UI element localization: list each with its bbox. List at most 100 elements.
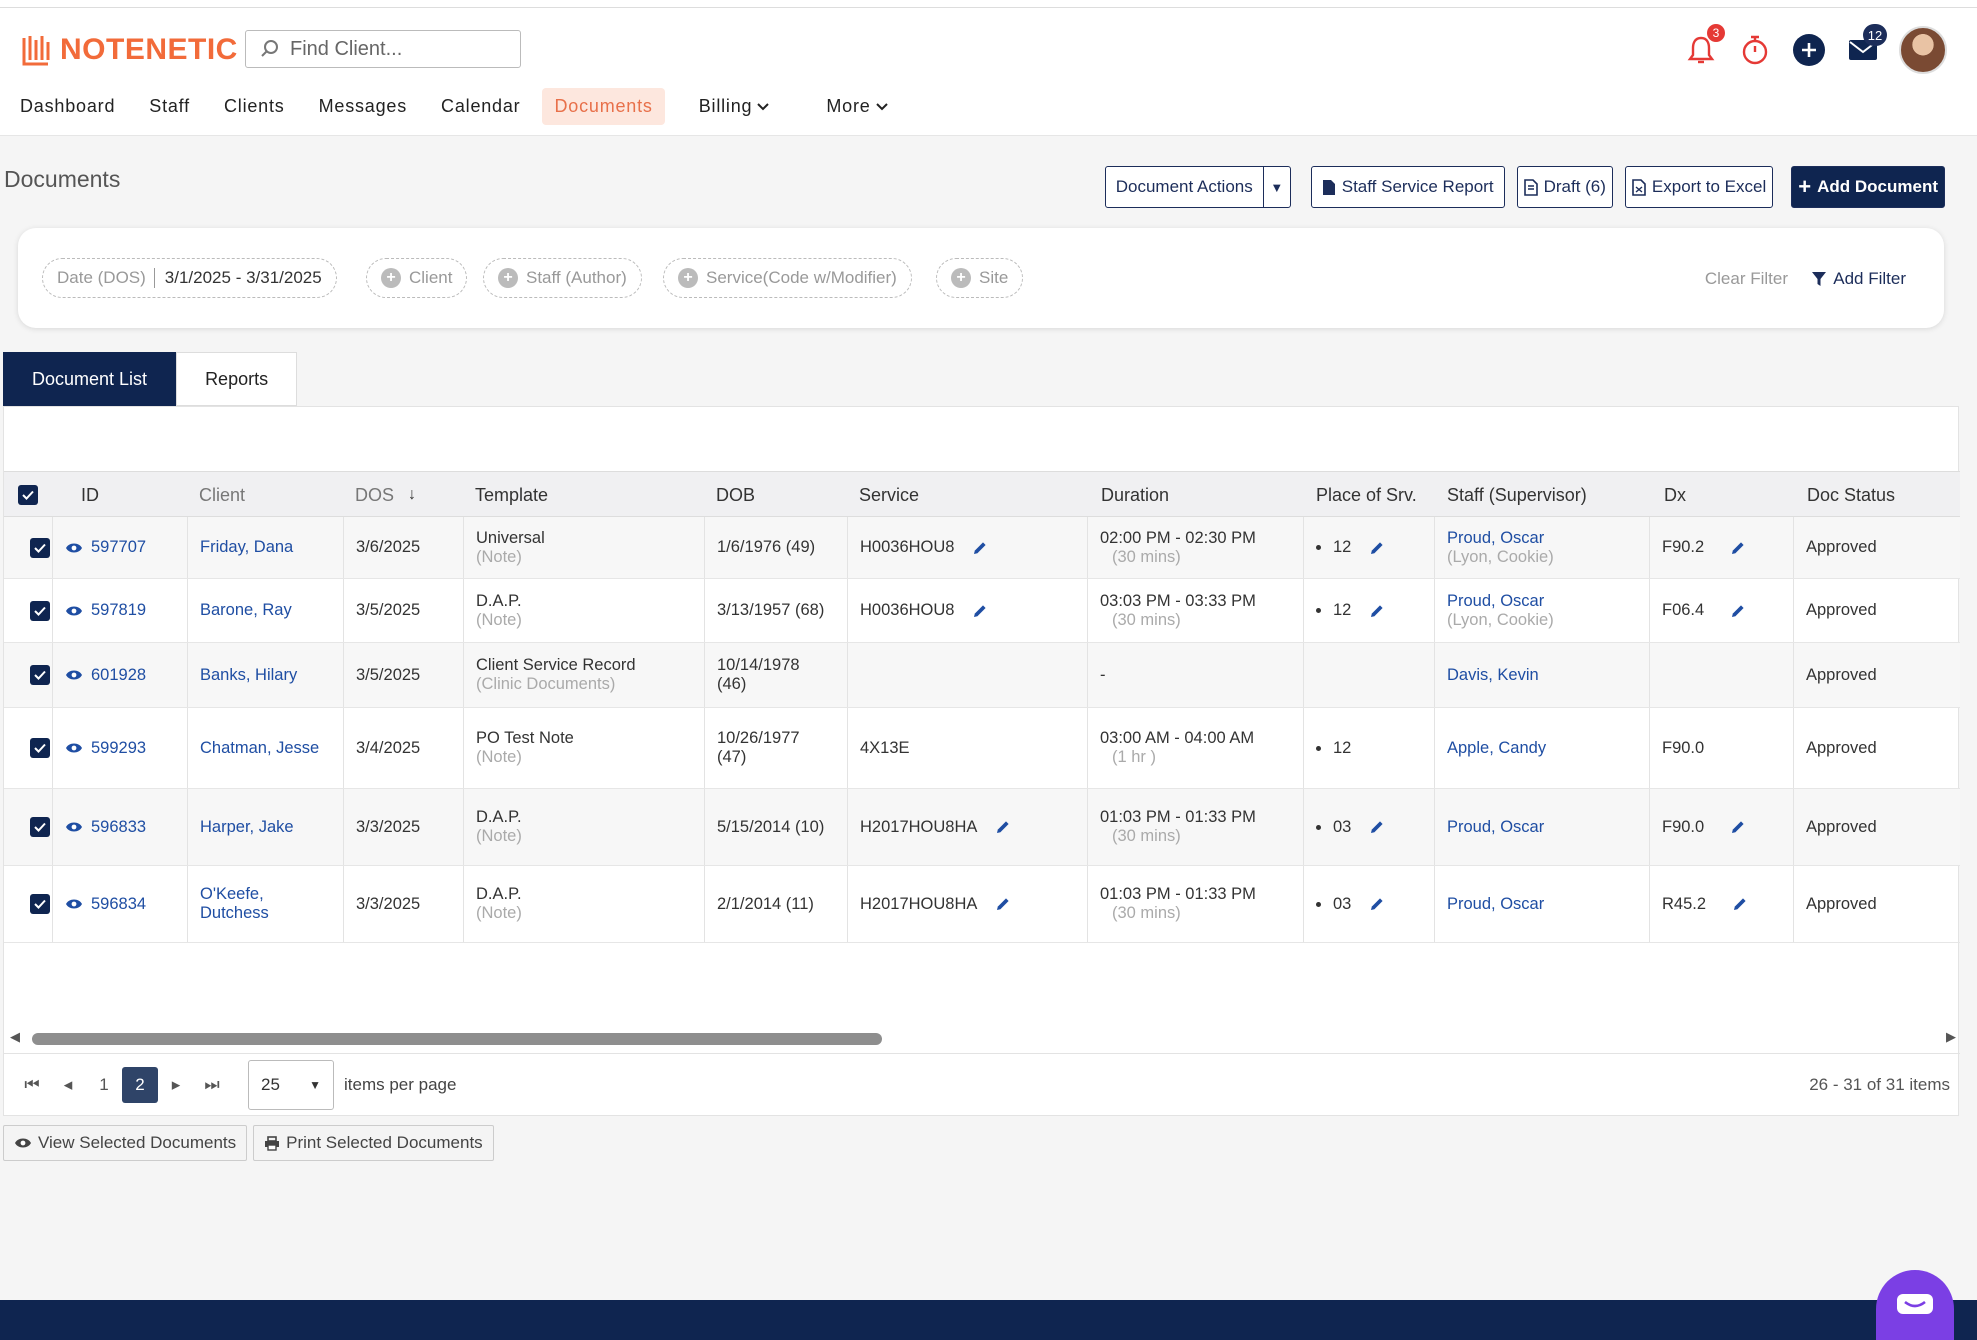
page-1-button[interactable]: 1 <box>86 1067 122 1103</box>
col-template[interactable]: Template <box>475 472 548 518</box>
document-id-link[interactable]: 601928 <box>91 666 146 685</box>
col-service[interactable]: Service <box>859 472 919 518</box>
client-link[interactable]: Friday, Dana <box>200 538 343 557</box>
scroll-right-icon[interactable]: ▶ <box>1946 1029 1956 1045</box>
draft-button[interactable]: Draft (6) <box>1516 166 1613 208</box>
row-checkbox[interactable] <box>30 738 50 758</box>
eye-icon[interactable] <box>65 605 83 617</box>
edit-pencil-icon[interactable] <box>1730 540 1746 556</box>
nav-more[interactable]: More <box>814 88 900 125</box>
table-row[interactable]: 596833 Harper, Jake 3/3/2025 D.A.P. (Note) 5/… <box>4 789 1960 866</box>
view-selected-button[interactable]: View Selected Documents <box>3 1125 248 1161</box>
client-link[interactable]: Banks, Hilary <box>200 666 343 685</box>
last-page-icon[interactable]: ⏭ <box>194 1067 230 1103</box>
scrollbar-thumb[interactable] <box>32 1033 882 1045</box>
document-actions-dropdown[interactable]: Document Actions ▼ <box>1104 166 1291 208</box>
col-client[interactable]: Client <box>199 472 245 518</box>
timer-button[interactable] <box>1737 32 1773 68</box>
user-avatar[interactable] <box>1899 26 1947 74</box>
quick-add-button[interactable] <box>1791 32 1827 68</box>
date-dos-filter[interactable]: Date (DOS) 3/1/2025 - 3/31/2025 <box>42 258 337 298</box>
edit-pencil-icon[interactable] <box>995 896 1011 912</box>
edit-pencil-icon[interactable] <box>1732 896 1748 912</box>
edit-pencil-icon[interactable] <box>1369 540 1385 556</box>
staff-link[interactable]: Proud, Oscar <box>1447 895 1649 914</box>
client-link-cont[interactable]: Dutchess <box>200 904 343 923</box>
col-status[interactable]: Doc Status <box>1807 472 1895 518</box>
client-link[interactable]: Chatman, Jesse <box>200 739 343 758</box>
select-all-checkbox[interactable] <box>18 472 38 518</box>
document-id-link[interactable]: 596833 <box>91 818 146 837</box>
add-document-button[interactable]: + Add Document <box>1791 166 1945 208</box>
document-id-link[interactable]: 597819 <box>91 601 146 620</box>
nav-staff[interactable]: Staff <box>137 88 202 125</box>
edit-pencil-icon[interactable] <box>1369 603 1385 619</box>
col-dx[interactable]: Dx <box>1664 472 1686 518</box>
eye-icon[interactable] <box>65 669 83 681</box>
next-page-icon[interactable]: ▸ <box>158 1067 194 1103</box>
first-page-icon[interactable]: ⏮ <box>14 1067 50 1103</box>
nav-dashboard[interactable]: Dashboard <box>8 88 127 125</box>
col-id[interactable]: ID <box>81 472 99 518</box>
client-filter[interactable]: + Client <box>366 258 468 298</box>
document-id-link[interactable]: 599293 <box>91 739 146 758</box>
eye-icon[interactable] <box>65 742 83 754</box>
eye-icon[interactable] <box>65 821 83 833</box>
staff-link[interactable]: Proud, Oscar <box>1447 529 1649 548</box>
edit-pencil-icon[interactable] <box>1730 819 1746 835</box>
staff-service-report-button[interactable]: Staff Service Report <box>1310 166 1505 208</box>
nav-messages[interactable]: Messages <box>307 88 419 125</box>
horizontal-scrollbar[interactable]: ◀ ▶ <box>4 1027 1960 1049</box>
staff-author-filter[interactable]: + Staff (Author) <box>483 258 642 298</box>
tab-document-list[interactable]: Document List <box>3 352 177 406</box>
table-row[interactable]: 597819 Barone, Ray 3/5/2025 D.A.P. (Note) 3/1… <box>4 579 1960 643</box>
row-checkbox[interactable] <box>30 817 50 837</box>
row-checkbox[interactable] <box>30 894 50 914</box>
scroll-left-icon[interactable]: ◀ <box>10 1029 20 1045</box>
page-size-select[interactable]: 25 ▼ <box>248 1059 334 1110</box>
staff-link[interactable]: Proud, Oscar <box>1447 592 1649 611</box>
row-checkbox[interactable] <box>30 600 50 621</box>
chat-button[interactable] <box>1876 1270 1954 1340</box>
nav-documents[interactable]: Documents <box>542 88 665 125</box>
table-row[interactable]: 601928 Banks, Hilary 3/5/2025 Client Servic… <box>4 643 1960 708</box>
document-id-link[interactable]: 597707 <box>91 538 146 557</box>
row-checkbox[interactable] <box>30 665 50 685</box>
caret-down-icon[interactable]: ▼ <box>1264 167 1290 207</box>
staff-link[interactable]: Davis, Kevin <box>1447 666 1649 685</box>
document-id-link[interactable]: 596834 <box>91 895 146 914</box>
service-filter[interactable]: + Service(Code w/Modifier) <box>663 258 912 298</box>
eye-icon[interactable] <box>65 542 83 554</box>
add-filter-button[interactable]: Add Filter <box>1811 269 1906 289</box>
nav-calendar[interactable]: Calendar <box>429 88 532 125</box>
row-checkbox[interactable] <box>30 537 50 558</box>
table-row[interactable]: 596834 O'Keefe, Dutchess 3/3/2025 D.A.P. (Not… <box>4 866 1960 943</box>
staff-link[interactable]: Proud, Oscar <box>1447 818 1649 837</box>
find-client-input[interactable] <box>290 37 510 61</box>
edit-pencil-icon[interactable] <box>1730 603 1746 619</box>
edit-pencil-icon[interactable] <box>1369 819 1385 835</box>
table-row[interactable]: 599293 Chatman, Jesse 3/4/2025 PO Test Note… <box>4 708 1960 789</box>
edit-pencil-icon[interactable] <box>972 540 988 556</box>
col-place[interactable]: Place of Srv. <box>1316 472 1417 518</box>
col-dob[interactable]: DOB <box>716 472 755 518</box>
prev-page-icon[interactable]: ◂ <box>50 1067 86 1103</box>
client-link[interactable]: O'Keefe, <box>200 885 343 904</box>
staff-link[interactable]: Apple, Candy <box>1447 739 1649 758</box>
tab-reports[interactable]: Reports <box>176 352 298 406</box>
nav-billing[interactable]: Billing <box>687 88 783 125</box>
notifications-button[interactable]: 3 <box>1683 24 1725 68</box>
client-link[interactable]: Harper, Jake <box>200 818 343 837</box>
table-row[interactable]: 597707 Friday, Dana 3/6/2025 Universal (Note… <box>4 517 1960 579</box>
clear-filter-link[interactable]: Clear Filter <box>1705 269 1788 289</box>
col-dos[interactable]: DOS ↓ <box>355 472 416 518</box>
page-2-button[interactable]: 2 <box>122 1066 158 1103</box>
eye-icon[interactable] <box>65 898 83 910</box>
site-filter[interactable]: + Site <box>936 258 1024 298</box>
edit-pencil-icon[interactable] <box>995 819 1011 835</box>
edit-pencil-icon[interactable] <box>972 603 988 619</box>
col-staff[interactable]: Staff (Supervisor) <box>1447 472 1587 518</box>
client-link[interactable]: Barone, Ray <box>200 601 343 620</box>
edit-pencil-icon[interactable] <box>1369 896 1385 912</box>
mail-button[interactable]: 12 <box>1845 24 1887 68</box>
